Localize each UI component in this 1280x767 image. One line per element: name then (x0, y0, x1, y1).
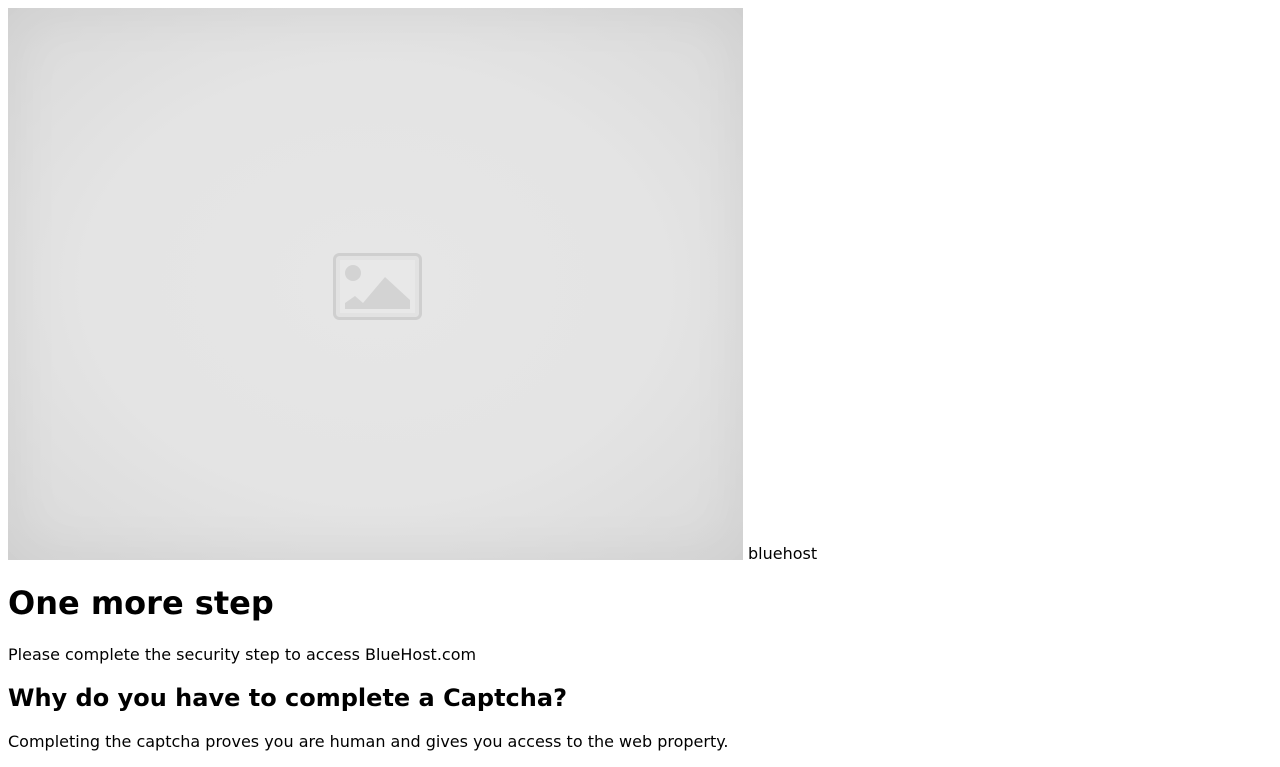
captcha-heading: Why do you have to complete a Captcha? (8, 684, 567, 712)
hero-row: bluehost (8, 8, 818, 563)
brand-alt-text: bluehost (748, 544, 818, 563)
page-title: One more step (8, 584, 274, 622)
security-step-message: Please complete the security step to acc… (8, 645, 477, 664)
image-placeholder-icon (333, 253, 422, 320)
captcha-explanation: Completing the captcha proves you are hu… (8, 732, 729, 751)
page: bluehost One more step Please complete t… (0, 0, 1280, 767)
broken-image-placeholder (8, 8, 743, 560)
